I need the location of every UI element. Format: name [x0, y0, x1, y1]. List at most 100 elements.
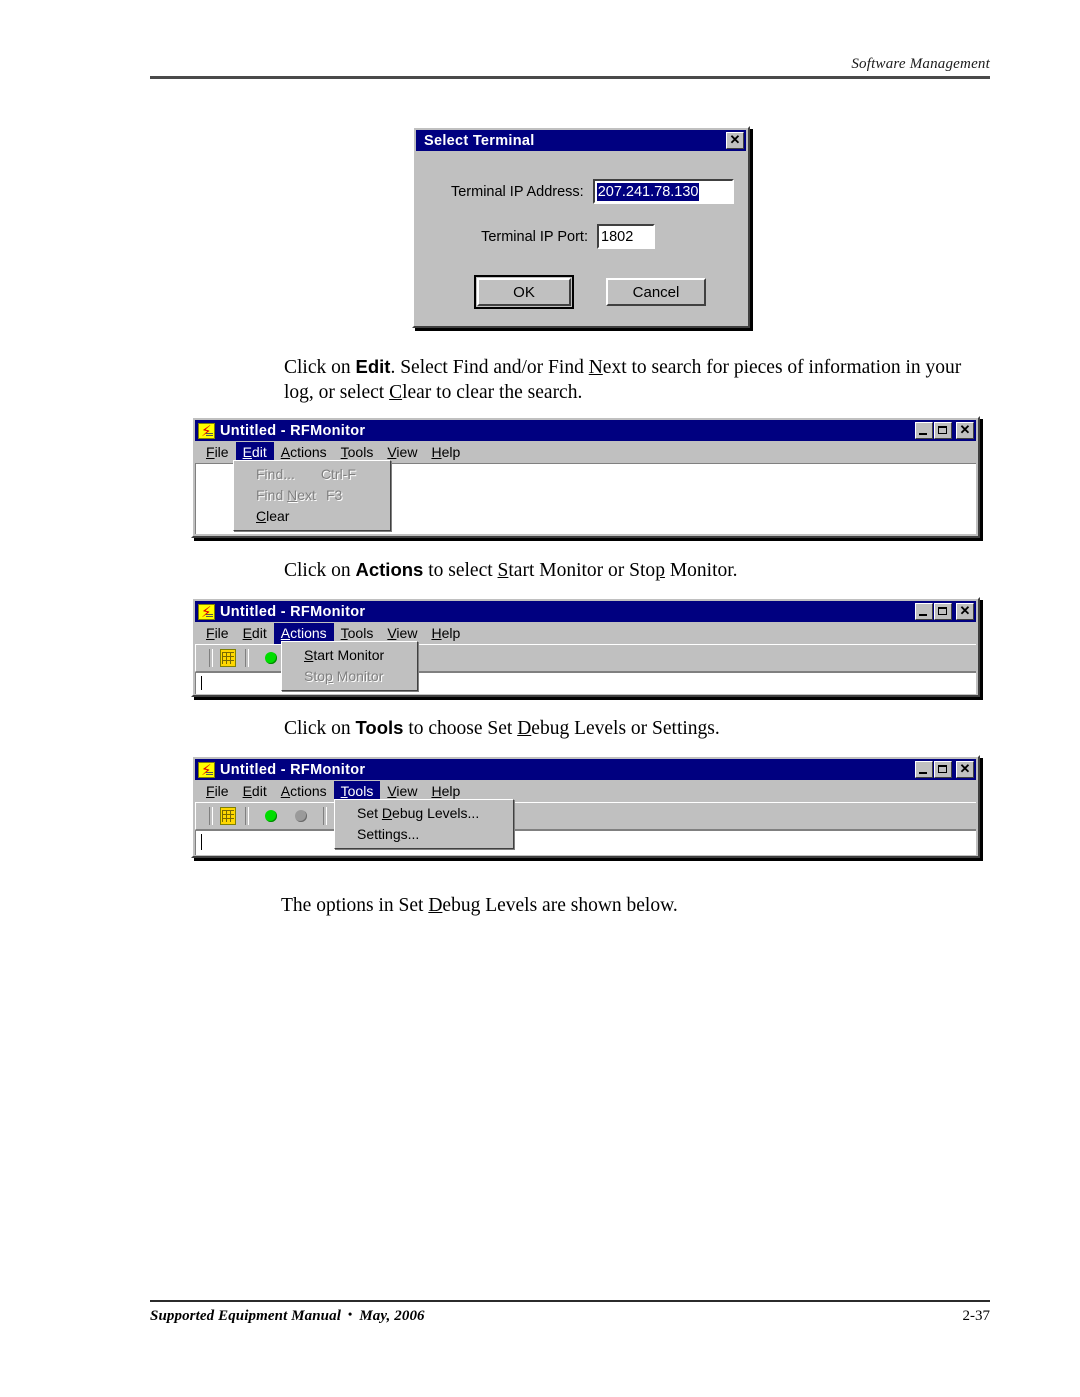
clear-label: Clear	[256, 508, 290, 524]
toolbar-separator	[209, 807, 213, 825]
icon-bars	[206, 771, 213, 776]
footer-date: May, 2006	[359, 1308, 425, 1324]
p1-text-d: lear to clear the search.	[402, 382, 583, 403]
rfmonitor-app-icon: ⚡	[198, 761, 215, 778]
menu-item-find[interactable]: Find... Ctrl-F	[234, 464, 390, 485]
p2-accel-p: p	[655, 560, 665, 581]
close-icon: ✕	[959, 603, 971, 618]
menu-file[interactable]: File	[199, 781, 236, 802]
maximize-button[interactable]	[934, 603, 952, 620]
p3-text-c: ebug Levels or Settings.	[531, 718, 720, 739]
p1-accel-n: N	[588, 357, 603, 378]
rfmonitor-window-edit: ⚡ Untitled - RFMonitor ✕ File Edit Actio…	[191, 416, 980, 538]
window-title-buttons-actions: ✕	[915, 603, 974, 620]
stop-monitor-icon[interactable]	[295, 810, 307, 822]
window-title-tools: Untitled - RFMonitor	[220, 761, 366, 778]
dialog-title: Select Terminal	[424, 132, 535, 149]
client-area-tools	[195, 830, 976, 855]
dialog-body: Terminal IP Address: 207.241.78.130 Term…	[416, 151, 746, 321]
menu-item-start-monitor[interactable]: Start Monitor	[282, 645, 417, 666]
find-next-accel: F3	[325, 487, 343, 503]
close-button[interactable]: ✕	[726, 132, 744, 149]
rfmonitor-window-tools: ⚡ Untitled - RFMonitor ✕ File Edit Actio…	[191, 755, 980, 858]
text-caret	[201, 676, 202, 690]
header-title: Software Management	[851, 56, 990, 72]
close-icon: ✕	[959, 761, 971, 776]
window-title-edit: Untitled - RFMonitor	[220, 422, 366, 439]
paragraph-options: The options in Set Debug Levels are show…	[281, 893, 971, 918]
p3-text-b: to choose Set	[403, 718, 518, 739]
p2-accel-s: S	[497, 560, 509, 581]
close-button[interactable]: ✕	[956, 603, 974, 620]
close-icon: ✕	[959, 422, 971, 437]
toolbar-separator	[245, 649, 249, 667]
p2-text-d: Monitor.	[664, 560, 738, 581]
menu-file[interactable]: File	[199, 623, 236, 644]
terminal-icon[interactable]	[220, 649, 236, 667]
p3-accel-d: D	[517, 718, 532, 739]
set-debug-levels-label: Set Debug Levels...	[357, 805, 480, 821]
close-button[interactable]: ✕	[956, 422, 974, 439]
menu-edit[interactable]: Edit	[236, 781, 274, 802]
p2-bold-actions: Actions	[355, 559, 424, 580]
p4-accel-d: D	[428, 895, 443, 916]
start-monitor-label: Start Monitor	[304, 647, 385, 663]
minimize-button[interactable]	[915, 761, 933, 778]
icon-bars	[206, 613, 213, 618]
ip-port-row: Terminal IP Port: 1802	[428, 224, 734, 249]
page-footer: Supported Equipment Manual • May, 2006 2-3…	[150, 1300, 990, 1325]
maximize-button[interactable]	[934, 422, 952, 439]
close-button[interactable]: ✕	[956, 761, 974, 778]
p3-text-a: Click on	[284, 718, 356, 739]
stop-monitor-label: Stop Monitor	[304, 668, 384, 684]
ip-port-input[interactable]: 1802	[597, 224, 655, 249]
window-title-buttons-tools: ✕	[915, 761, 974, 778]
menu-item-settings[interactable]: Settings...	[335, 824, 513, 845]
maximize-button[interactable]	[934, 761, 952, 778]
ip-address-row: Terminal IP Address: 207.241.78.130	[428, 179, 734, 204]
paragraph-tools: Click on Tools to choose Set Debug Level…	[284, 715, 974, 741]
dialog-button-row: OK Cancel	[428, 275, 734, 309]
minimize-button[interactable]	[915, 603, 933, 620]
p1-text-a: Click on	[284, 357, 356, 378]
p1-accel-c: C	[389, 382, 403, 403]
ip-address-input[interactable]: 207.241.78.130	[592, 179, 734, 204]
rfmonitor-app-icon: ⚡	[198, 422, 215, 439]
p2-text-c: tart Monitor or Sto	[508, 560, 656, 581]
header-rule	[150, 76, 990, 79]
page-header: Software Management	[150, 56, 990, 79]
menu-item-clear[interactable]: Clear	[234, 506, 390, 527]
paragraph-actions: Click on Actions to select Start Monitor…	[284, 557, 974, 583]
window-title-actions: Untitled - RFMonitor	[220, 603, 366, 620]
menu-item-stop-monitor[interactable]: Stop Monitor	[282, 666, 417, 687]
edit-dropdown-menu: Find... Ctrl-F Find Next F3 Clear	[233, 460, 391, 531]
ip-port-label: Terminal IP Port:	[481, 228, 588, 245]
menu-help[interactable]: Help	[424, 623, 467, 644]
minimize-button[interactable]	[915, 422, 933, 439]
menu-edit[interactable]: Edit	[236, 623, 274, 644]
paragraph-edit: Click on Edit. Select Find and/or Find N…	[284, 354, 974, 405]
p2-text-b: to select	[423, 560, 498, 581]
footer-rule	[150, 1300, 990, 1302]
menu-file[interactable]: File	[199, 442, 236, 463]
menu-item-find-next[interactable]: Find Next F3	[234, 485, 390, 506]
icon-bars	[206, 432, 213, 437]
ok-button-frame: OK	[474, 275, 574, 309]
ok-button[interactable]: OK	[477, 278, 571, 306]
p2-text-a: Click on	[284, 560, 356, 581]
p3-bold-tools: Tools	[355, 717, 404, 738]
start-monitor-icon[interactable]	[265, 810, 277, 822]
terminal-icon[interactable]	[220, 807, 236, 825]
menu-actions[interactable]: Actions	[274, 781, 334, 802]
menu-item-set-debug-levels[interactable]: Set Debug Levels...	[335, 803, 513, 824]
close-icon: ✕	[729, 132, 741, 147]
dialog-title-buttons: ✕	[726, 132, 744, 149]
p1-bold-edit: Edit	[355, 356, 391, 377]
start-monitor-icon[interactable]	[265, 652, 277, 664]
menu-help[interactable]: Help	[424, 442, 467, 463]
toolbar-separator	[323, 807, 327, 825]
cancel-button[interactable]: Cancel	[606, 278, 706, 306]
find-next-label: Find Next	[256, 487, 316, 503]
window-titlebar-tools: ⚡ Untitled - RFMonitor ✕	[195, 759, 976, 780]
ip-address-value: 207.241.78.130	[596, 182, 700, 201]
